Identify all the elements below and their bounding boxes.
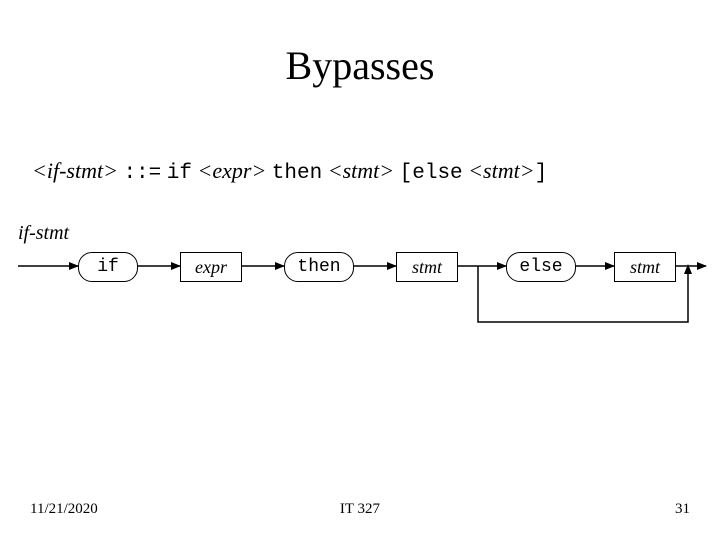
grammar-expr: expr [212,158,251,183]
grammar-rule: <if-stmt> ::= if <expr> then <stmt> [els… [32,158,547,185]
node-expr: expr [180,252,242,282]
grammar-stmt2: stmt [483,158,520,183]
grammar-lhs: if-stmt [47,158,103,183]
grammar-then: then [272,162,322,185]
grammar-if: if [167,162,192,185]
page-title: Bypasses [0,42,720,89]
footer-page: 31 [675,501,690,518]
grammar-stmt1: stmt [343,158,380,183]
footer-center: IT 327 [0,501,720,518]
slide-container: Bypasses <if-stmt> ::= if <expr> then <s… [0,0,720,540]
syntax-diagram: if expr then stmt else stmt [18,232,708,382]
node-stmt1: stmt [396,252,458,282]
node-if: if [78,252,138,282]
node-else: else [506,252,576,282]
grammar-op: ::= [123,162,161,185]
node-stmt2: stmt [614,252,676,282]
node-then: then [284,252,354,282]
grammar-else: else [412,162,462,185]
